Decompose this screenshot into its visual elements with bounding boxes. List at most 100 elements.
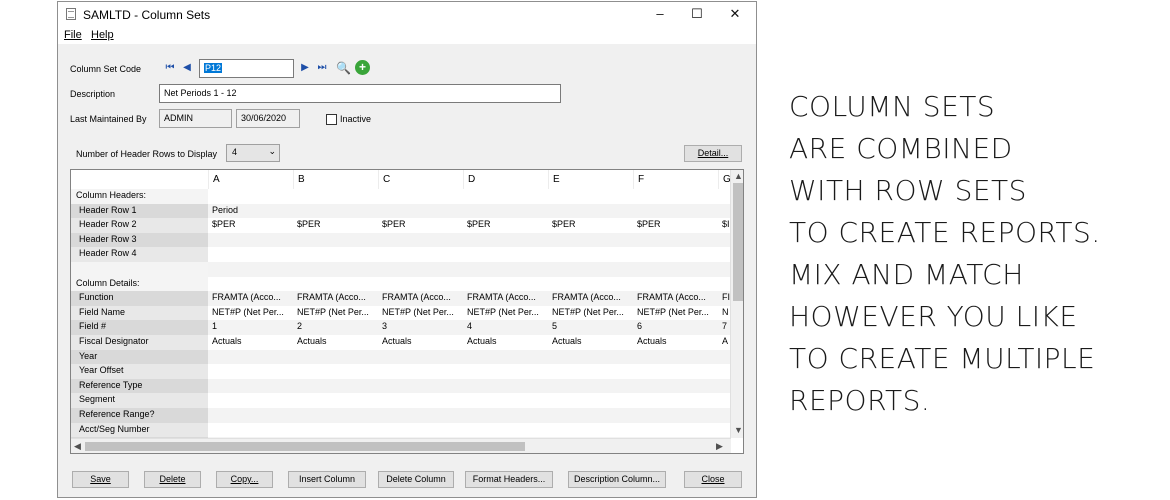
grid-cell[interactable]	[548, 393, 633, 408]
grid-cell[interactable]	[208, 189, 293, 204]
last-record-icon[interactable]: ⏭	[316, 62, 328, 74]
close-button[interactable]: Close	[684, 471, 742, 488]
grid-cell[interactable]	[378, 262, 463, 277]
grid-cell[interactable]: N	[718, 305, 730, 321]
menu-help[interactable]: Help	[91, 29, 114, 41]
grid-cell[interactable]	[208, 349, 293, 365]
grid-cell[interactable]	[718, 262, 730, 277]
grid-cell[interactable]: FRAMTA (Acco...	[633, 291, 718, 306]
grid-cell[interactable]	[633, 262, 718, 277]
grid-cell[interactable]	[463, 422, 548, 438]
grid-cell[interactable]	[548, 247, 633, 262]
grid-row[interactable]: Year	[71, 349, 731, 365]
grid-cell[interactable]	[463, 378, 548, 394]
grid-cell[interactable]	[718, 232, 730, 248]
grid-cell[interactable]	[548, 364, 633, 379]
grid-cell[interactable]	[463, 232, 548, 248]
grid-row[interactable]: Header Row 4	[71, 247, 731, 262]
grid-cell[interactable]	[378, 349, 463, 365]
grid-cell[interactable]	[718, 349, 730, 365]
grid-cell[interactable]	[293, 232, 378, 248]
previous-record-icon[interactable]: ◀	[181, 62, 193, 74]
scroll-up-icon[interactable]: ▲	[734, 171, 743, 181]
grid-cell[interactable]	[633, 276, 718, 292]
grid-cell[interactable]	[463, 276, 548, 292]
insert-column-button[interactable]: Insert Column	[288, 471, 366, 488]
grid-cell[interactable]	[718, 393, 730, 408]
column-set-grid[interactable]: A B C D E F G Column Headers: Header Row 1 Period…	[70, 169, 744, 454]
grid-cell[interactable]	[293, 364, 378, 379]
grid-cell[interactable]: $PER	[378, 218, 463, 233]
menu-file[interactable]: File	[64, 29, 82, 41]
grid-cell[interactable]: NET#P (Net Per...	[378, 305, 463, 321]
grid-cell[interactable]	[208, 232, 293, 248]
grid-cell[interactable]	[208, 364, 293, 379]
grid-cell[interactable]: NET#P (Net Per...	[208, 305, 293, 321]
grid-cell[interactable]	[718, 378, 730, 394]
grid-cell[interactable]	[208, 422, 293, 438]
grid-cell[interactable]	[633, 203, 718, 219]
grid-cell[interactable]	[378, 408, 463, 423]
copy-button[interactable]: Copy...	[216, 471, 273, 488]
description-column-button[interactable]: Description Column...	[568, 471, 666, 488]
grid-cell[interactable]: 6	[633, 320, 718, 335]
grid-cell[interactable]: FRAMTA (Acco...	[208, 291, 293, 306]
first-record-icon[interactable]: ⏮	[164, 62, 176, 74]
grid-cell[interactable]	[548, 408, 633, 423]
grid-cell[interactable]	[378, 203, 463, 219]
grid-cell[interactable]: $PER	[548, 218, 633, 233]
delete-button[interactable]: Delete	[144, 471, 201, 488]
grid-cell[interactable]	[633, 393, 718, 408]
grid-row[interactable]: Reference Type	[71, 378, 731, 394]
grid-cell[interactable]	[548, 378, 633, 394]
grid-cell[interactable]: Period	[208, 203, 293, 219]
finder-search-icon[interactable]: 🔍	[336, 62, 351, 74]
grid-cell[interactable]	[208, 276, 293, 292]
grid-cell[interactable]	[548, 349, 633, 365]
grid-cell[interactable]: FI	[718, 291, 730, 306]
grid-cell[interactable]: Actuals	[548, 335, 633, 350]
delete-column-button[interactable]: Delete Column	[378, 471, 454, 488]
grid-cell[interactable]	[463, 262, 548, 277]
grid-cell[interactable]	[548, 276, 633, 292]
grid-row[interactable]: Segment	[71, 393, 731, 408]
grid-cell[interactable]	[718, 276, 730, 292]
grid-row[interactable]: Header Row 2 $PER $PER $PER $PER $PER $PER $I	[71, 218, 731, 233]
column-header[interactable]: D	[468, 174, 475, 185]
grid-cell[interactable]	[463, 393, 548, 408]
close-window-button[interactable]: ✕	[718, 4, 752, 24]
format-headers-button[interactable]: Format Headers...	[465, 471, 553, 488]
grid-cell[interactable]	[378, 378, 463, 394]
save-button[interactable]: Save	[72, 471, 129, 488]
grid-cell[interactable]	[208, 378, 293, 394]
grid-cell[interactable]: 2	[293, 320, 378, 335]
grid-cell[interactable]	[548, 232, 633, 248]
grid-cell[interactable]: FRAMTA (Acco...	[548, 291, 633, 306]
grid-row[interactable]: Field Name NET#P (Net Per... NET#P (Net Pe…	[71, 305, 731, 321]
grid-cell[interactable]: NET#P (Net Per...	[293, 305, 378, 321]
grid-cell[interactable]	[293, 247, 378, 262]
grid-cell[interactable]: 3	[378, 320, 463, 335]
grid-cell[interactable]	[463, 364, 548, 379]
grid-cell[interactable]	[718, 247, 730, 262]
grid-cell[interactable]	[293, 203, 378, 219]
grid-cell[interactable]	[293, 408, 378, 423]
grid-cell[interactable]	[463, 247, 548, 262]
header-rows-select[interactable]: 4 ⌄	[226, 144, 280, 162]
grid-row[interactable]: Header Row 1 Period	[71, 203, 731, 219]
grid-cell[interactable]	[378, 232, 463, 248]
grid-cell[interactable]	[718, 364, 730, 379]
grid-cell[interactable]	[548, 189, 633, 204]
column-header[interactable]: E	[553, 174, 560, 185]
grid-cell[interactable]	[718, 203, 730, 219]
grid-cell[interactable]	[293, 189, 378, 204]
scroll-down-icon[interactable]: ▼	[734, 425, 743, 435]
grid-cell[interactable]: 1	[208, 320, 293, 335]
column-header[interactable]: B	[298, 174, 305, 185]
grid-cell[interactable]	[463, 203, 548, 219]
grid-cell[interactable]	[633, 364, 718, 379]
description-input[interactable]: Net Periods 1 - 12	[159, 84, 561, 103]
grid-cell[interactable]	[378, 276, 463, 292]
grid-cell[interactable]	[633, 189, 718, 204]
grid-cell[interactable]: NET#P (Net Per...	[463, 305, 548, 321]
